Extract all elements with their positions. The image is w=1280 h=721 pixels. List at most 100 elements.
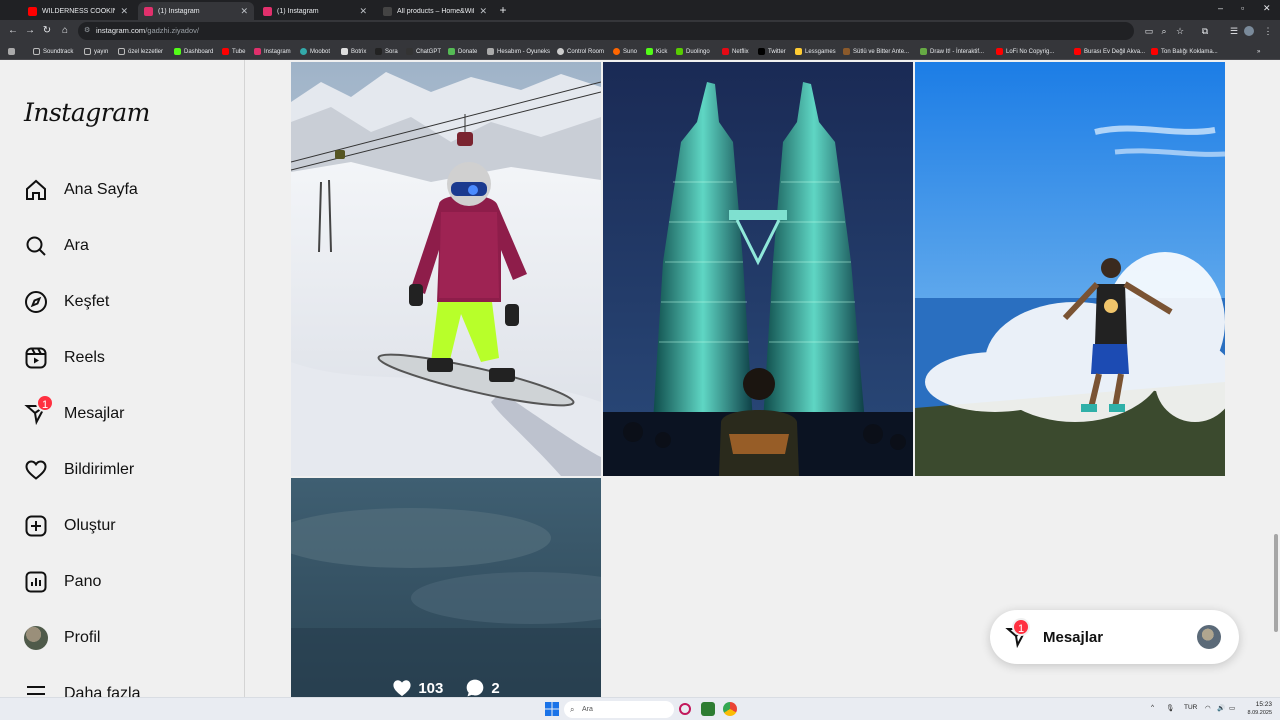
bookmark-item[interactable]: Botrix bbox=[341, 46, 366, 57]
bookmark-item[interactable]: Instagram bbox=[254, 46, 291, 57]
nav-reels[interactable]: Reels bbox=[22, 344, 232, 372]
chocolate-icon bbox=[843, 48, 850, 55]
bookmark-item[interactable]: Suno bbox=[613, 46, 637, 57]
nav-more[interactable]: Daha fazla bbox=[22, 680, 232, 697]
bookmark-item[interactable]: Sora bbox=[375, 46, 398, 57]
bookmark-item[interactable]: Dashboard bbox=[174, 46, 213, 57]
microphone-icon[interactable]: 🎙 bbox=[1166, 704, 1174, 712]
folder-icon bbox=[84, 48, 91, 55]
bookmark-item[interactable]: Tube bbox=[222, 46, 245, 57]
home-browser-icon[interactable]: ⌂ bbox=[58, 24, 72, 38]
bookmark-item[interactable]: Twitter bbox=[758, 46, 786, 57]
battery-icon[interactable]: ▭ bbox=[1229, 704, 1235, 712]
post-petronas-towers[interactable] bbox=[603, 62, 913, 476]
nav-messages[interactable]: 1 Mesajlar bbox=[22, 394, 232, 428]
nav-explore[interactable]: Keşfet bbox=[22, 288, 232, 316]
tab-homewild[interactable]: All products – Home&Wild ✕ bbox=[377, 2, 493, 20]
chevron-up-icon[interactable]: ^ bbox=[1151, 704, 1154, 711]
bookmark-item[interactable]: Soundtrack bbox=[33, 46, 73, 57]
app-icon[interactable] bbox=[701, 702, 715, 716]
youtube-icon bbox=[996, 48, 1003, 55]
tab-youtube[interactable]: WILDERNESS COOKING - YouT ✕ bbox=[22, 2, 134, 20]
tab-search-icon[interactable]: ☰ bbox=[1228, 25, 1240, 37]
extensions-icon[interactable]: ⧉ bbox=[1199, 25, 1211, 37]
post-stats-overlay: 103 2 bbox=[291, 678, 601, 697]
instagram-logo[interactable]: Instagram bbox=[24, 98, 150, 127]
bookmark-item[interactable]: Moobot bbox=[300, 46, 330, 57]
bookmark-star-icon[interactable]: ☆ bbox=[1174, 25, 1186, 37]
tab-instagram-active[interactable]: (1) Instagram ✕ bbox=[138, 2, 254, 20]
scrollbar-thumb[interactable] bbox=[1274, 534, 1278, 632]
profile-avatar-icon[interactable] bbox=[1244, 26, 1254, 36]
nav-notifications[interactable]: Bildirimler bbox=[22, 456, 232, 484]
address-bar[interactable]: ⚙ instagram.com/gadzhi.ziyadov/ bbox=[78, 22, 1134, 40]
bookmark-item[interactable]: Lessgames bbox=[795, 46, 836, 57]
menu-icon bbox=[22, 680, 50, 697]
wifi-icon[interactable]: ◠ bbox=[1205, 704, 1211, 712]
heart-icon bbox=[22, 456, 50, 484]
instagram-icon bbox=[254, 48, 261, 55]
minimize-icon[interactable]: – bbox=[1218, 3, 1223, 13]
close-icon[interactable]: ✕ bbox=[120, 6, 128, 17]
install-app-icon[interactable]: ▭ bbox=[1143, 25, 1155, 37]
site-info-icon[interactable]: ⚙ bbox=[84, 22, 90, 40]
netflix-icon bbox=[722, 48, 729, 55]
windows-start-icon[interactable] bbox=[545, 702, 559, 716]
post-snowboard[interactable] bbox=[291, 62, 601, 476]
close-window-icon[interactable]: ✕ bbox=[1263, 3, 1271, 14]
lessgames-icon bbox=[795, 48, 802, 55]
bookmark-item[interactable]: Ton Balığı Koklama... bbox=[1151, 46, 1218, 57]
page-scrollbar[interactable] bbox=[1272, 60, 1280, 697]
nav-home[interactable]: Ana Sayfa bbox=[22, 176, 232, 204]
bookmark-item[interactable]: Netflix bbox=[722, 46, 749, 57]
volume-icon[interactable]: 🔊 bbox=[1217, 704, 1225, 712]
youtube-icon bbox=[28, 6, 37, 16]
kick-icon bbox=[174, 48, 181, 55]
messages-pill[interactable]: 1 Mesajlar bbox=[990, 610, 1239, 664]
plus-square-icon bbox=[22, 512, 50, 540]
post-sky[interactable]: 103 2 bbox=[291, 478, 601, 697]
opera-icon[interactable] bbox=[679, 703, 691, 715]
new-tab-button[interactable]: + bbox=[497, 4, 509, 16]
nav-create[interactable]: Oluştur bbox=[22, 512, 232, 540]
bookmark-item[interactable]: Control Room bbox=[557, 46, 604, 57]
control-room-icon bbox=[557, 48, 564, 55]
back-icon[interactable]: ← bbox=[6, 24, 20, 38]
bookmark-item[interactable]: Donate bbox=[448, 46, 477, 57]
bookmark-item[interactable]: LoFi No Copyrig... bbox=[996, 46, 1054, 57]
bookmark-item[interactable]: Burası Ev Değil Akva... bbox=[1074, 46, 1145, 57]
close-icon[interactable]: ✕ bbox=[359, 6, 367, 17]
language-indicator[interactable]: TUR bbox=[1184, 704, 1197, 711]
search-icon bbox=[22, 232, 50, 260]
nav-profile[interactable]: Profil bbox=[22, 624, 232, 652]
close-icon[interactable]: ✕ bbox=[479, 6, 487, 17]
bookmark-item[interactable]: Kick bbox=[646, 46, 667, 57]
nav-search[interactable]: Ara bbox=[22, 232, 232, 260]
forward-icon[interactable]: → bbox=[23, 24, 37, 38]
tab-instagram[interactable]: (1) Instagram ✕ bbox=[257, 2, 373, 20]
browser-tab-bar: WILDERNESS COOKING - YouT ✕ (1) Instagra… bbox=[0, 0, 1280, 20]
bookmark-item[interactable]: özel lezzetler bbox=[118, 46, 163, 57]
apps-grid-icon[interactable] bbox=[8, 46, 15, 57]
reload-icon[interactable]: ↻ bbox=[40, 24, 54, 38]
zoom-icon[interactable]: ⌕ bbox=[1158, 25, 1170, 37]
more-bookmarks-icon[interactable]: » bbox=[1257, 46, 1260, 57]
moobot-icon bbox=[300, 48, 307, 55]
more-options-icon[interactable]: ⋮ bbox=[1262, 25, 1274, 37]
bookmark-item[interactable]: Hesabım - Oyuneks bbox=[487, 46, 550, 57]
reels-icon bbox=[22, 344, 50, 372]
comment-icon bbox=[467, 679, 484, 697]
bookmark-item[interactable]: ChatGPT bbox=[406, 46, 441, 57]
chrome-icon[interactable] bbox=[723, 702, 737, 716]
bookmark-item[interactable]: Duolingo bbox=[676, 46, 710, 57]
close-icon[interactable]: ✕ bbox=[240, 6, 248, 17]
folder-icon bbox=[118, 48, 125, 55]
bookmark-item[interactable]: Sütlü ve Bitter Ante... bbox=[843, 46, 909, 57]
bookmark-item[interactable]: yayın bbox=[84, 46, 108, 57]
post-ocean-wave[interactable] bbox=[915, 62, 1225, 476]
maximize-icon[interactable]: ▫ bbox=[1241, 3, 1244, 13]
clock[interactable]: 15:23 8.09.2025 bbox=[1244, 700, 1272, 718]
bookmark-item[interactable]: Draw It! - İnteraktif... bbox=[920, 46, 984, 57]
nav-dashboard[interactable]: Pano bbox=[22, 568, 232, 596]
taskbar-search[interactable]: ⌕ Ara bbox=[564, 701, 674, 718]
